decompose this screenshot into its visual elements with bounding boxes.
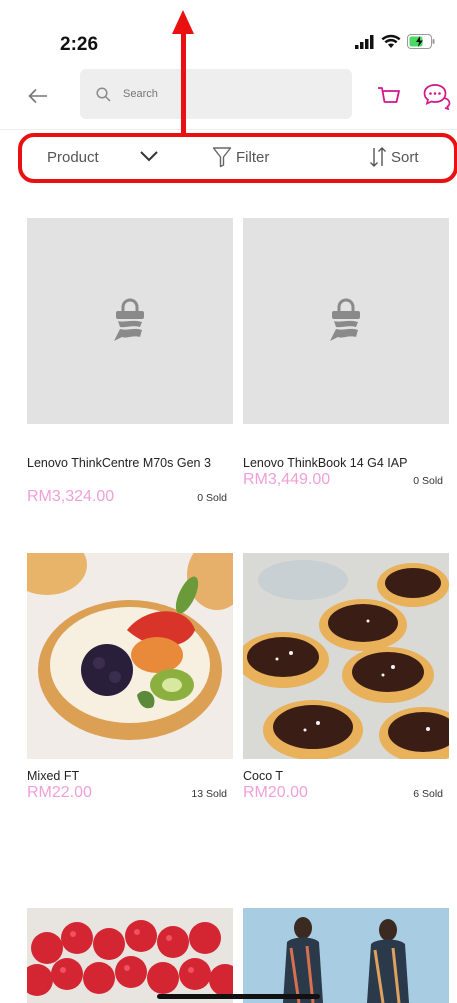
funnel-icon xyxy=(212,147,232,168)
raspberry-tart-image xyxy=(27,908,233,1003)
home-indicator xyxy=(157,994,320,999)
chat-button[interactable] xyxy=(422,82,452,111)
wifi-icon xyxy=(381,34,401,48)
header-divider xyxy=(0,129,457,130)
chat-bubbles-icon xyxy=(423,84,451,111)
product-card[interactable]: Lenovo ThinkCentre M70s Gen 3 RM3,324.00… xyxy=(27,218,233,506)
search-bar[interactable] xyxy=(80,69,352,119)
product-image[interactable] xyxy=(243,553,449,759)
sort-label: Sort xyxy=(391,148,419,166)
filter-bar: Product Filter Sort xyxy=(18,133,457,183)
product-image-placeholder[interactable] xyxy=(243,218,449,424)
product-meta: RM20.00 6 Sold xyxy=(243,784,449,802)
product-meta: RM3,449.00 0 Sold xyxy=(243,471,449,489)
fashion-models-image xyxy=(243,908,449,1003)
sort-arrows-icon xyxy=(370,147,386,167)
cart-icon xyxy=(378,87,400,103)
filter-button[interactable]: Filter xyxy=(212,146,269,168)
product-price: RM20.00 xyxy=(243,784,308,801)
product-sold-count: 13 Sold xyxy=(191,788,227,800)
chevron-down-icon xyxy=(140,151,158,162)
arrow-left-icon xyxy=(28,88,47,104)
annotation-arrow-head xyxy=(172,10,194,34)
battery-charging-icon xyxy=(407,34,435,49)
search-input[interactable] xyxy=(123,88,323,100)
product-sold-count: 0 Sold xyxy=(413,475,443,487)
product-meta: RM3,324.00 0 Sold xyxy=(27,488,233,506)
status-bar: 2:26 xyxy=(0,0,457,60)
product-price: RM3,449.00 xyxy=(243,471,331,488)
product-price: RM3,324.00 xyxy=(27,488,115,505)
cart-button[interactable] xyxy=(376,83,402,109)
product-card[interactable]: Lenovo ThinkBook 14 G4 IAP RM3,449.00 0 … xyxy=(243,218,449,489)
product-card[interactable]: Mixed FT RM22.00 13 Sold xyxy=(27,553,233,802)
annotation-arrow-shaft xyxy=(181,30,186,135)
fruit-tart-image xyxy=(27,553,233,759)
product-price: RM22.00 xyxy=(27,784,92,801)
product-card[interactable]: Coco T RM20.00 6 Sold xyxy=(243,553,449,802)
product-image[interactable] xyxy=(27,553,233,759)
product-meta: RM22.00 13 Sold xyxy=(27,784,233,802)
signal-icon xyxy=(355,34,374,49)
product-image-placeholder[interactable] xyxy=(27,218,233,424)
sort-button[interactable]: Sort xyxy=(369,146,419,168)
back-button[interactable] xyxy=(24,82,52,110)
product-image[interactable] xyxy=(27,908,233,1003)
product-image[interactable] xyxy=(243,908,449,1003)
filter-label: Filter xyxy=(236,148,270,166)
search-icon xyxy=(96,86,111,102)
product-dropdown-toggle[interactable] xyxy=(139,149,159,168)
header xyxy=(0,66,457,126)
shopping-bag-placeholder-icon xyxy=(330,298,360,341)
product-dropdown-label[interactable]: Product xyxy=(47,149,99,166)
product-title: Lenovo ThinkCentre M70s Gen 3 xyxy=(27,456,211,470)
shopping-bag-placeholder-icon xyxy=(114,298,144,341)
product-sold-count: 0 Sold xyxy=(197,492,227,504)
product-card[interactable] xyxy=(243,908,449,1003)
status-icons xyxy=(355,34,435,49)
status-time: 2:26 xyxy=(60,34,99,55)
product-sold-count: 6 Sold xyxy=(413,788,443,800)
chocolate-tart-image xyxy=(243,553,449,759)
product-card[interactable] xyxy=(27,908,233,1003)
